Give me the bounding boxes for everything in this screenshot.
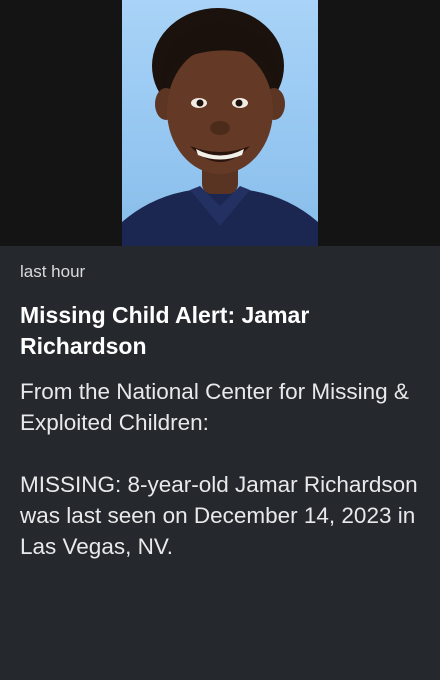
alert-body-text: MISSING: 8-year-old Jamar Richardson was… <box>20 472 418 559</box>
child-photo[interactable] <box>122 0 318 246</box>
child-portrait <box>122 8 318 246</box>
alert-headline[interactable]: Missing Child Alert: Jamar Richardson <box>20 300 420 362</box>
alert-timestamp: last hour <box>20 262 86 281</box>
alert-card[interactable]: last hour Missing Child Alert: Jamar Ric… <box>0 246 440 680</box>
alert-source-text: From the National Center for Missing & E… <box>20 379 409 435</box>
photo-band <box>0 0 440 246</box>
